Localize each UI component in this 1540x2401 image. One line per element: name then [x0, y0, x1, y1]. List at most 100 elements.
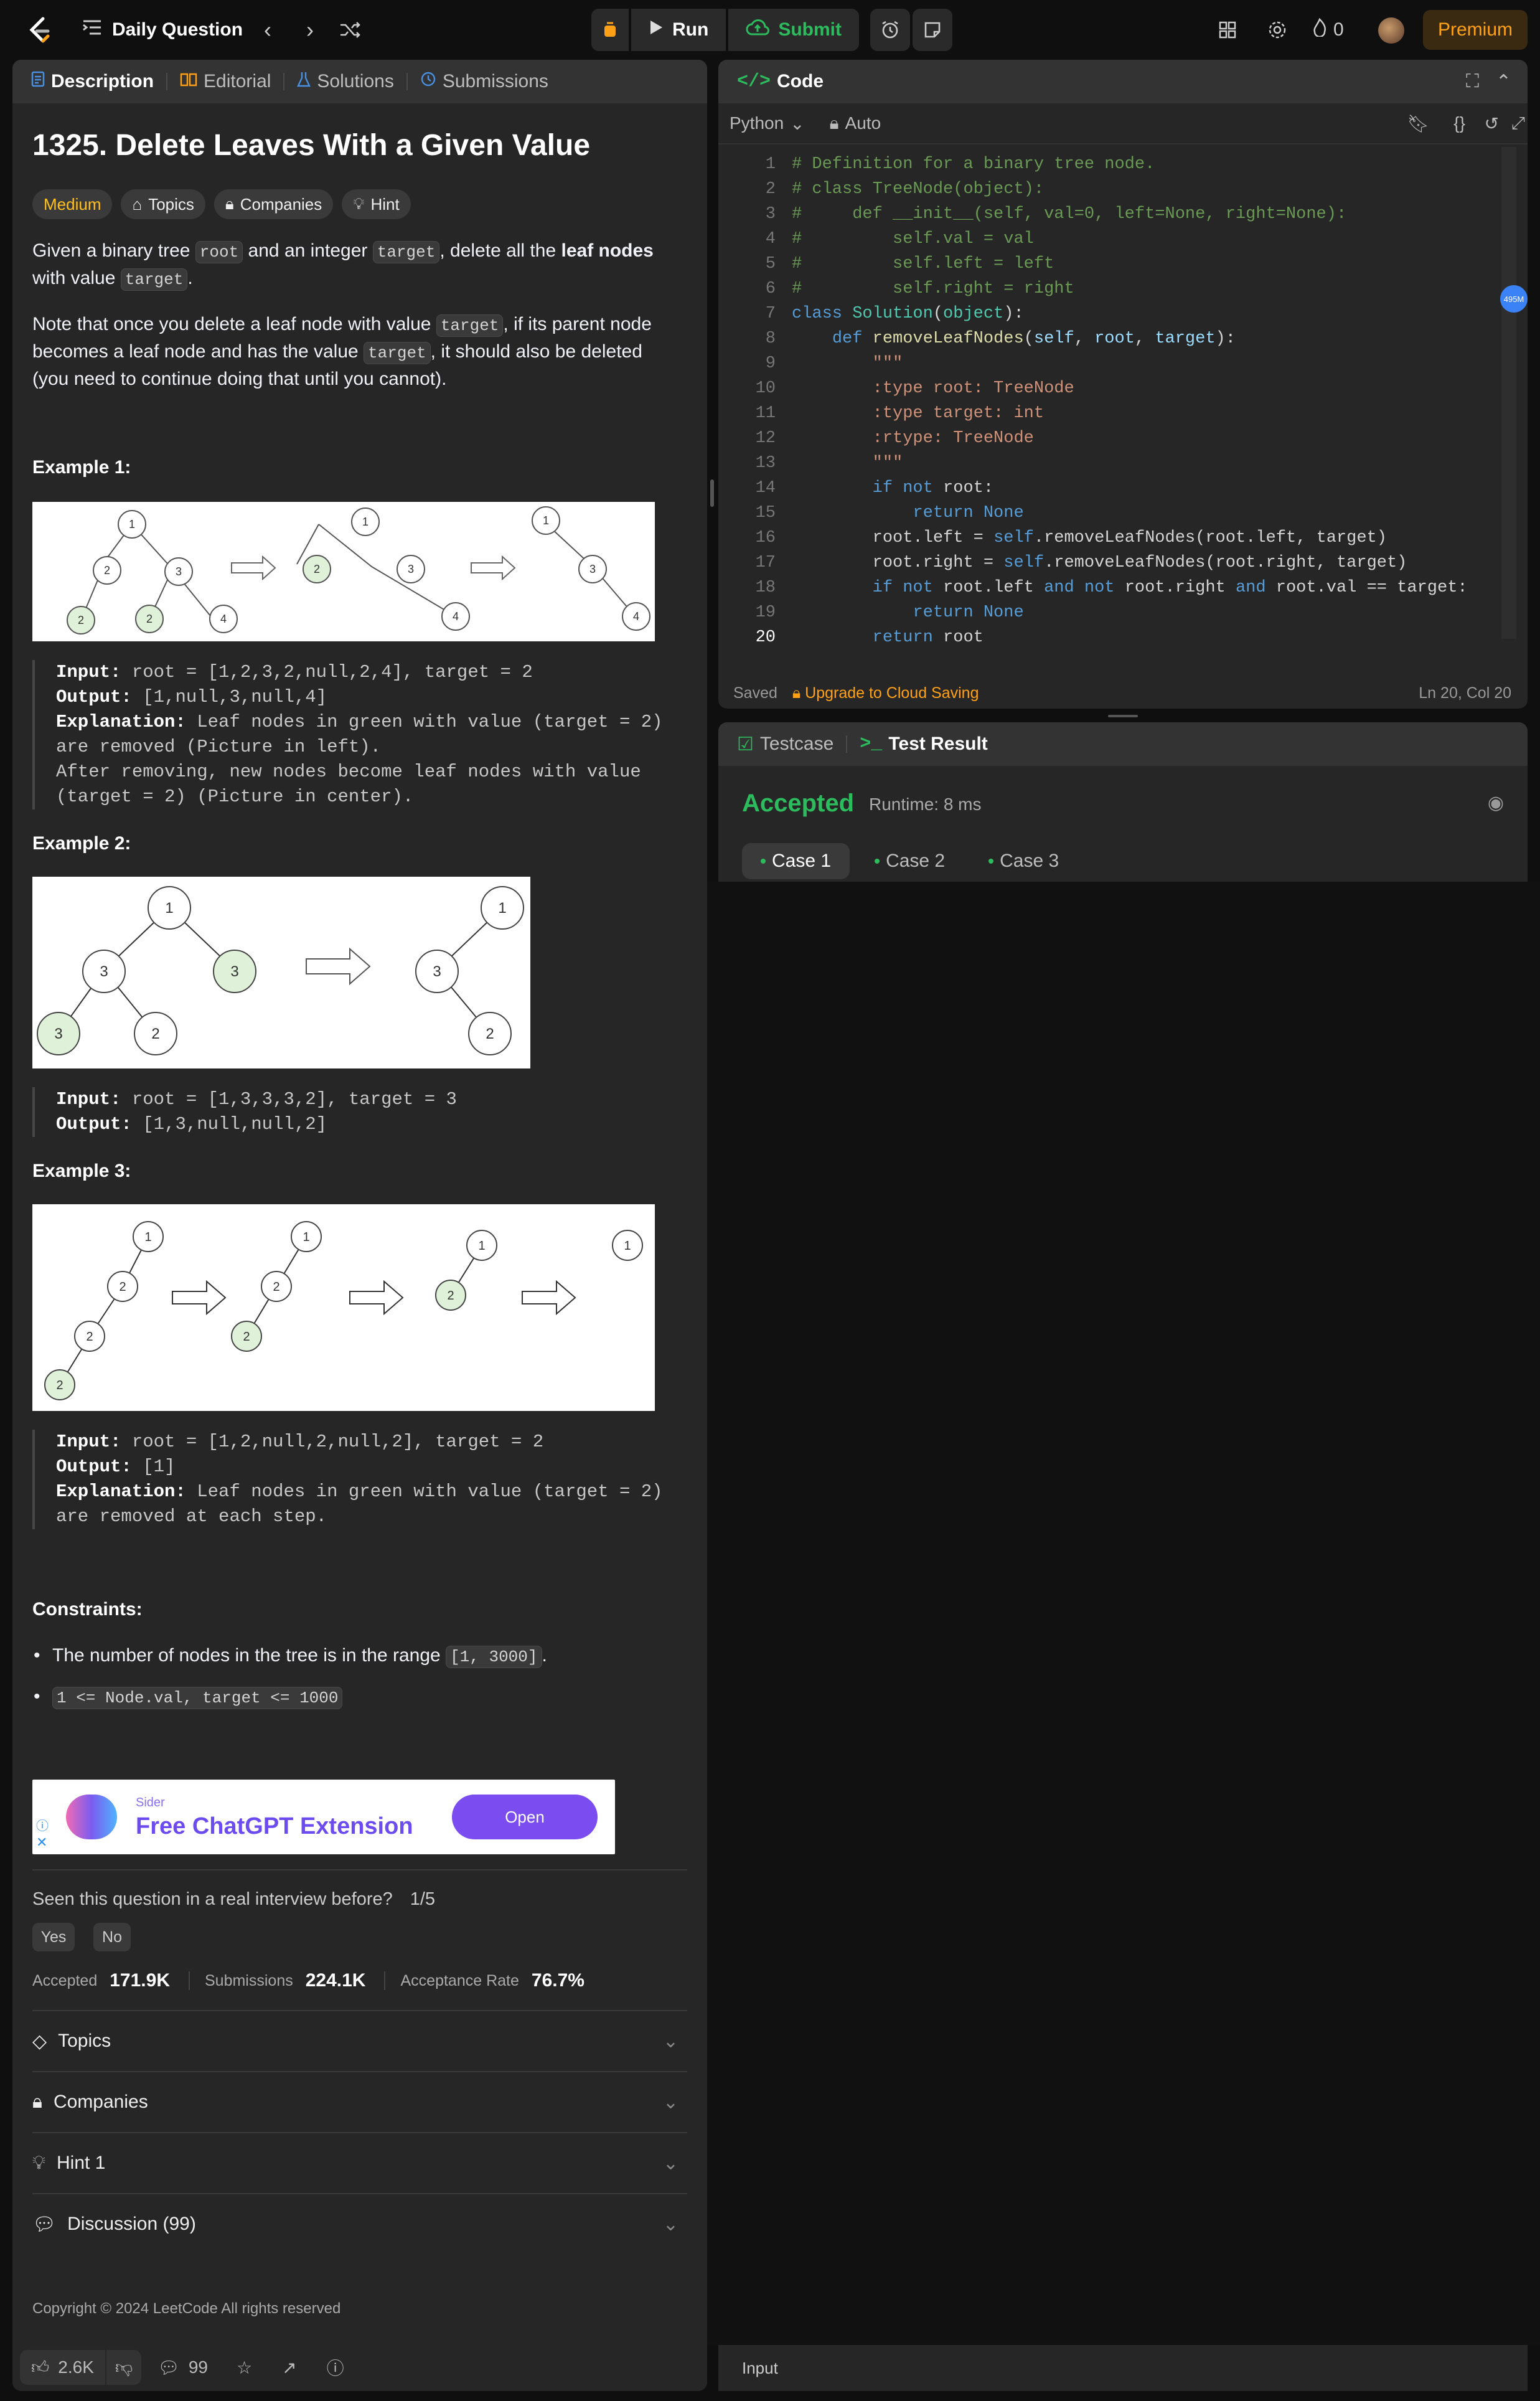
- ad-close-icon[interactable]: ✕: [36, 1834, 47, 1851]
- input-footer: Input: [718, 2345, 1528, 2391]
- svg-text:3: 3: [54, 1026, 62, 1042]
- layout-icon[interactable]: [1214, 17, 1241, 42]
- maximize-icon[interactable]: ⛶: [1466, 71, 1479, 92]
- document-icon: [31, 71, 45, 92]
- svg-text:1: 1: [543, 514, 549, 527]
- leetcode-logo[interactable]: [24, 15, 55, 46]
- accordion-topics[interactable]: ◇ Topics ⌄: [32, 2010, 687, 2071]
- problem-list-button[interactable]: Daily Question: [82, 17, 243, 42]
- accordion-companies[interactable]: 🔒︎ Companies ⌄: [32, 2071, 687, 2132]
- avatar[interactable]: [1378, 17, 1404, 44]
- horizontal-splitter[interactable]: [1108, 715, 1138, 717]
- constraint-2: • 1 <= Node.val, target <= 1000: [34, 1684, 700, 1711]
- language-select[interactable]: Python ⌄: [730, 113, 805, 134]
- svg-text:4: 4: [453, 610, 459, 623]
- tab-solutions[interactable]: Solutions: [293, 71, 397, 92]
- brain-logo: [66, 1795, 117, 1839]
- streak-counter[interactable]: 0: [1312, 17, 1344, 42]
- result-empty-area: [707, 882, 1540, 2345]
- result-tab-bar: ☑ Testcase >_ Test Result: [718, 722, 1528, 766]
- svg-text:2: 2: [119, 1280, 126, 1294]
- dislike-button[interactable]: 👎︎: [106, 2350, 142, 2385]
- example-3-block: Input: root = [1,2,null,2,null,2], targe…: [32, 1430, 686, 1529]
- chevron-down-icon: ⌄: [662, 2092, 678, 2113]
- hint-tag[interactable]: 💡︎ Hint: [342, 189, 411, 219]
- ad-brand: Sider: [136, 1796, 165, 1809]
- constraints-heading: Constraints:: [32, 1599, 143, 1620]
- svg-text:2: 2: [78, 614, 84, 626]
- top-bar: Daily Question ‹ › Run Submit 0 Premium: [0, 0, 1540, 60]
- prev-problem-icon[interactable]: ‹: [255, 17, 280, 42]
- run-submit-group: Run Submit: [591, 9, 952, 51]
- svg-text:2: 2: [104, 564, 110, 577]
- notes-icon[interactable]: [913, 9, 952, 51]
- submit-button[interactable]: Submit: [728, 9, 859, 51]
- tab-divider: [406, 73, 408, 90]
- tab-testcase[interactable]: ☑ Testcase: [733, 734, 837, 755]
- svg-text:1: 1: [165, 900, 173, 917]
- ad-banner[interactable]: Sider Free ChatGPT Extension Open ⓘ ✕: [32, 1780, 615, 1854]
- auto-mode[interactable]: 🔒︎ Auto: [830, 113, 881, 134]
- expand-icon[interactable]: ⤢: [1511, 113, 1525, 134]
- tab-code[interactable]: </> Code: [733, 71, 827, 92]
- editor-status-bar: Saved 🔒︎ Upgrade to Cloud Saving Ln 20, …: [733, 684, 1511, 702]
- eye-icon[interactable]: ◉: [1488, 792, 1504, 814]
- run-button[interactable]: Run: [631, 9, 726, 51]
- case-tab-3[interactable]: Case 3: [970, 843, 1078, 879]
- code-panel: </> Code ⛶ ⌃ Python ⌄ 🔒︎ Auto 🔖︎ {} ↺ ⤢ 12…: [718, 60, 1528, 709]
- companies-tag[interactable]: 🔒︎ Companies: [214, 189, 334, 219]
- code-icon: </>: [737, 71, 771, 92]
- editor-scrollbar[interactable]: [1501, 147, 1516, 639]
- star-icon[interactable]: ☆: [237, 2357, 252, 2378]
- upgrade-cloud-link[interactable]: 🔒︎ Upgrade to Cloud Saving: [792, 684, 979, 702]
- case-tab-2[interactable]: Case 2: [856, 843, 964, 879]
- chat-bubble-icon: 💬︎: [157, 2357, 180, 2377]
- svg-text:2: 2: [243, 1330, 250, 1344]
- vertical-splitter[interactable]: [710, 479, 714, 507]
- svg-text:3: 3: [230, 963, 238, 980]
- list-icon: [82, 18, 102, 42]
- shuffle-icon[interactable]: [336, 17, 364, 42]
- svg-text:3: 3: [408, 563, 414, 575]
- collapse-icon[interactable]: ⌃: [1496, 71, 1511, 93]
- like-button[interactable]: 👍︎ 2.6K: [20, 2350, 105, 2385]
- settings-gear-icon[interactable]: [1264, 17, 1291, 42]
- braces-icon[interactable]: {}: [1453, 113, 1465, 133]
- topics-tag[interactable]: ⌂ Topics: [121, 189, 205, 219]
- share-icon[interactable]: ↗: [282, 2357, 296, 2378]
- svg-text:1: 1: [478, 1239, 485, 1253]
- bookmark-icon[interactable]: 🔖︎: [1407, 113, 1429, 134]
- survey-yes-button[interactable]: Yes: [32, 1923, 75, 1951]
- terminal-icon: >_: [860, 734, 883, 755]
- ad-open-button[interactable]: Open: [452, 1795, 598, 1839]
- help-icon[interactable]: ⓘ: [327, 2355, 344, 2380]
- premium-button[interactable]: Premium: [1423, 10, 1528, 50]
- tab-description[interactable]: Description: [27, 71, 157, 92]
- survey-no-button[interactable]: No: [93, 1923, 131, 1951]
- svg-text:2: 2: [273, 1280, 279, 1294]
- problem-paragraph-1: Given a binary tree root and an integer …: [32, 238, 680, 293]
- example-1-block: Input: root = [1,2,3,2,null,2,4], target…: [32, 660, 686, 809]
- example-1-image: 1 2 3 2 2 4 1 2 3 4 1 3 4: [32, 502, 655, 641]
- reset-icon[interactable]: ↺: [1485, 113, 1499, 134]
- ad-info-icon[interactable]: ⓘ: [36, 1816, 49, 1834]
- svg-text:2: 2: [146, 613, 153, 625]
- chat-bubble-icon: 💬︎: [32, 2214, 57, 2235]
- survey-divider: [32, 1869, 687, 1870]
- thumbs-down-icon: 👎︎: [115, 2357, 133, 2377]
- code-editor[interactable]: # Definition for a binary tree node. # c…: [792, 152, 1468, 650]
- case-tab-1[interactable]: Case 1: [742, 843, 850, 879]
- svg-text:1: 1: [144, 1230, 151, 1244]
- timer-icon[interactable]: [870, 9, 910, 51]
- svg-text:2: 2: [86, 1330, 93, 1344]
- comments-button[interactable]: 💬︎ 99: [157, 2357, 208, 2378]
- next-problem-icon[interactable]: ›: [298, 17, 322, 42]
- tab-submissions[interactable]: Submissions: [416, 71, 552, 92]
- svg-text:2: 2: [486, 1026, 494, 1042]
- checkbox-icon: ☑: [737, 734, 754, 755]
- tab-test-result[interactable]: >_ Test Result: [856, 734, 992, 755]
- tab-editorial[interactable]: Editorial: [176, 71, 275, 92]
- debug-button[interactable]: [591, 9, 629, 51]
- accordion-discussion[interactable]: 💬︎ Discussion (99) ⌄: [32, 2193, 687, 2254]
- accordion-hint[interactable]: 💡︎ Hint 1 ⌄: [32, 2132, 687, 2193]
